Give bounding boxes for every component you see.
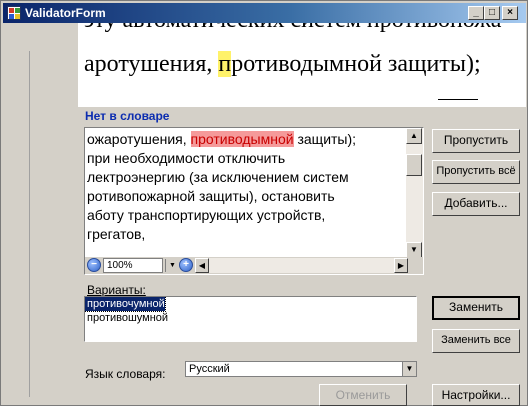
misspelled-word[interactable]: противодымной (190, 131, 294, 147)
variant-item[interactable]: противошумной (85, 311, 416, 325)
dictionary-language-select[interactable]: Русский ▼ (185, 361, 417, 377)
validator-window: ValidatorForm _ □ × эту автоматических с… (0, 0, 528, 406)
variant-item[interactable]: противочумной (85, 297, 166, 312)
chevron-down-icon[interactable]: ▼ (402, 362, 416, 376)
preview-line-main: аротушения, противодымной защиты); (84, 51, 481, 77)
not-in-dictionary-label: Нет в словаре (85, 109, 170, 123)
zoom-select[interactable]: 100% ▼ (103, 258, 179, 273)
chevron-down-icon[interactable]: ▼ (165, 259, 179, 272)
replace-button[interactable]: Заменить (432, 296, 520, 320)
context-line: аботу транспортирующих устройств, (87, 207, 326, 223)
replace-all-button[interactable]: Заменить все (432, 329, 520, 353)
variants-label: Варианты: (87, 283, 146, 297)
document-preview: эту автоматических систем противопожа ар… (78, 23, 526, 107)
skip-all-button[interactable]: Пропустить всё (432, 160, 520, 184)
context-line: ожаротушения, противодымной защиты); (87, 131, 357, 147)
skip-button[interactable]: Пропустить (432, 129, 520, 153)
close-icon[interactable]: × (502, 6, 518, 20)
minimize-icon[interactable]: _ (468, 6, 484, 20)
scroll-down-icon[interactable]: ▼ (406, 242, 422, 258)
zoom-out-icon[interactable]: − (87, 258, 101, 272)
undo-button[interactable]: Отменить (319, 384, 407, 406)
scroll-left-icon[interactable]: ◀ (195, 258, 209, 273)
preview-highlight: п (218, 51, 232, 77)
add-button[interactable]: Добавить... (432, 192, 520, 216)
settings-button[interactable]: Настройки... (432, 384, 520, 406)
maximize-icon[interactable]: □ (484, 6, 500, 20)
context-bottom-bar: − 100% ▼ + ◀ ▶ (85, 257, 423, 274)
context-line: лектроэнергию (за исключением систем (87, 169, 349, 185)
context-vertical-scrollbar[interactable]: ▲ ▼ (406, 128, 423, 258)
dictionary-language-label: Язык словаря: (85, 367, 166, 381)
context-lines[interactable]: ожаротушения, противодымной защиты); при… (87, 130, 404, 258)
left-panel (29, 51, 77, 397)
preview-partial-glyph (438, 99, 478, 107)
scroll-thumb[interactable] (406, 154, 422, 176)
zoom-in-icon[interactable]: + (179, 258, 193, 272)
window-title: ValidatorForm (25, 6, 106, 20)
context-line: ротивопожарной защиты), остановить (87, 188, 335, 204)
context-line: грегатов, (87, 226, 146, 242)
title-bar[interactable]: ValidatorForm _ □ × (3, 3, 526, 23)
preview-line-top: эту автоматических систем противопожа (84, 23, 501, 34)
context-text-box[interactable]: ожаротушения, противодымной защиты); при… (84, 127, 424, 275)
context-horizontal-scrollbar[interactable]: ◀ ▶ (195, 258, 408, 273)
app-icon (7, 6, 21, 20)
variants-list[interactable]: противочумной противошумной (84, 296, 417, 342)
scroll-right-icon[interactable]: ▶ (394, 258, 408, 273)
context-line: при необходимости отключить (87, 150, 286, 166)
scroll-up-icon[interactable]: ▲ (406, 128, 422, 144)
